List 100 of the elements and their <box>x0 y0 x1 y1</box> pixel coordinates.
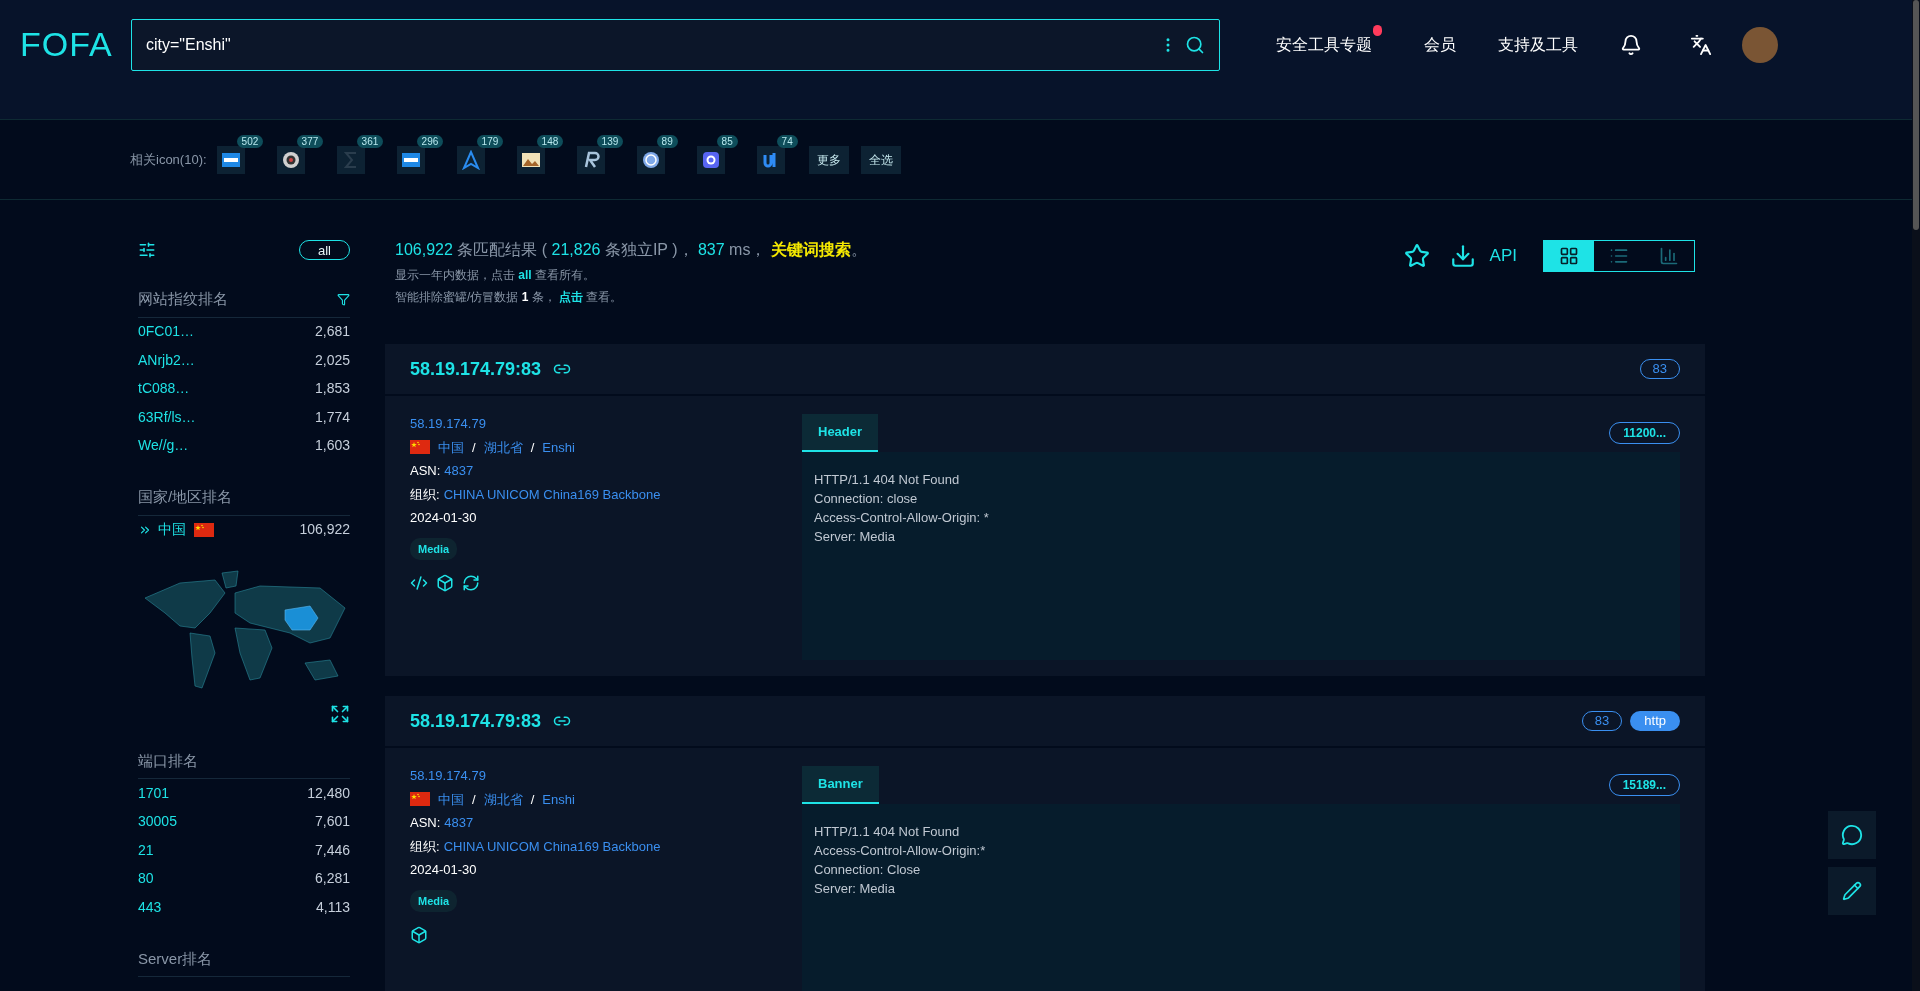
province-link[interactable]: 湖北省 <box>483 437 523 457</box>
chat-button[interactable] <box>1828 811 1876 859</box>
org-link[interactable]: CHINA UNICOM China169 Backbone <box>443 484 661 504</box>
host-title[interactable]: 58.19.174.79:83 <box>410 355 542 383</box>
city-link[interactable]: Enshi <box>542 437 575 457</box>
response-line: HTTP/1.1 404 Not Found <box>814 471 961 489</box>
response-line: Connection: Close <box>814 861 922 879</box>
asn-link[interactable]: 4837 <box>444 461 474 481</box>
translate-icon[interactable] <box>1690 33 1712 56</box>
api-link[interactable]: API <box>1489 243 1517 269</box>
count-badge: 179 <box>476 134 504 148</box>
count-badge: 296 <box>416 134 444 148</box>
ranking-item[interactable]: 80 <box>138 868 154 890</box>
count: 4,113 <box>316 897 350 917</box>
view-toggle[interactable] <box>1544 241 1594 271</box>
org-label: 组织: <box>410 485 440 504</box>
arrow-logo-icon <box>460 149 481 170</box>
ranking-item[interactable]: ANrjb2… <box>138 349 195 371</box>
chat-icon <box>1841 824 1863 846</box>
download-icon[interactable] <box>1449 243 1476 269</box>
ip-link[interactable]: 58.19.174.79 <box>410 766 792 786</box>
content-tab[interactable]: Banner <box>802 766 879 804</box>
related-icon-button[interactable] <box>576 145 605 174</box>
country-name[interactable]: 中国 <box>158 519 186 540</box>
related-icon-button[interactable] <box>696 145 725 174</box>
org-link[interactable]: CHINA UNICOM China169 Backbone <box>443 836 661 856</box>
ranking-item[interactable]: 63Rf/ls… <box>138 406 196 428</box>
section-title: Server排名 <box>138 948 213 969</box>
count: 7,601 <box>314 812 350 832</box>
response-line: Server: Media <box>814 528 896 546</box>
count-badge: 361 <box>356 134 384 148</box>
separator: / <box>530 438 535 457</box>
response-line: Access-Control-Allow-Origin:* <box>814 842 987 860</box>
count: 1,603 <box>314 436 350 456</box>
province-link[interactable]: 湖北省 <box>483 789 523 809</box>
ranking-item[interactable]: 1701 <box>138 782 170 804</box>
result-summary: 106,922 条匹配结果 ( 21,826 条独立IP )， 837 ms， 关键词搜索。 <box>395 240 867 260</box>
section-title: 端口排名 <box>138 750 198 771</box>
user-avatar[interactable] <box>1742 26 1778 63</box>
count-badge: 502 <box>236 134 264 148</box>
search-icon[interactable] <box>1185 34 1205 55</box>
nav-link[interactable]: 会员 <box>1424 32 1456 57</box>
section-title: 国家/地区排名 <box>138 487 233 507</box>
response-line: Server: Media <box>814 880 896 898</box>
link[interactable]: 关键词搜索 <box>770 241 851 258</box>
scrollbar-thumb[interactable] <box>1913 0 1919 230</box>
icon-bar-button[interactable]: 更多 <box>808 145 849 174</box>
cube-icon[interactable] <box>410 926 428 944</box>
related-icon-button[interactable] <box>216 145 245 174</box>
count: 12,480 <box>307 783 350 803</box>
related-icon-button[interactable] <box>276 145 305 174</box>
time-range-note: 显示一年内数据，点击 all 查看所有。 <box>395 267 597 284</box>
related-icon-button[interactable] <box>636 145 665 174</box>
org-label: 组织: <box>410 837 440 856</box>
filter-settings-icon[interactable] <box>138 241 156 259</box>
search-field[interactable]: city="Enshi" <box>131 18 1220 71</box>
fullscreen-icon[interactable] <box>330 703 350 724</box>
host-title[interactable]: 58.19.174.79:83 <box>410 707 542 735</box>
product-tag[interactable]: Media <box>410 889 458 912</box>
related-icon-button[interactable] <box>756 145 785 174</box>
link[interactable]: 点击 <box>559 290 584 304</box>
nav-link[interactable]: 支持及工具 <box>1498 32 1578 57</box>
count: 1,853 <box>314 379 350 399</box>
chart-view-icon <box>1659 246 1679 266</box>
feedback-button[interactable] <box>1828 867 1876 915</box>
asn-label: ASN: <box>410 462 441 480</box>
ranking-item[interactable]: 443 <box>138 896 162 918</box>
count-badge: 148 <box>536 134 564 148</box>
country-link[interactable]: 中国 <box>438 789 464 809</box>
ranking-item[interactable]: 21 <box>138 839 154 861</box>
cube-icon[interactable] <box>436 574 454 592</box>
related-icon-button[interactable] <box>516 145 545 174</box>
related-icon-button[interactable] <box>456 145 485 174</box>
grid-view-icon <box>1559 246 1579 266</box>
ip-link[interactable]: 58.19.174.79 <box>410 414 792 434</box>
city-link[interactable]: Enshi <box>542 789 575 809</box>
asn-label: ASN: <box>410 814 441 832</box>
section-title: 网站指纹排名 <box>138 289 228 309</box>
code-icon[interactable] <box>410 574 428 592</box>
link[interactable]: all <box>518 268 532 282</box>
count: 1,774 <box>314 407 350 427</box>
date: 2024-01-30 <box>410 861 478 879</box>
logo[interactable]: FOFA <box>20 19 115 70</box>
ranking-item[interactable]: 0FC01… <box>138 321 195 343</box>
ranking-item[interactable]: tC088… <box>138 378 190 400</box>
filter-icon[interactable] <box>337 292 350 306</box>
nav-link[interactable]: 安全工具专题 <box>1276 32 1372 57</box>
refresh-icon[interactable] <box>462 574 480 592</box>
ranking-item[interactable]: 30005 <box>138 811 177 833</box>
favorite-icon[interactable] <box>1403 243 1430 269</box>
list-view-icon <box>1609 246 1629 266</box>
ranking-item[interactable]: We//g… <box>138 435 189 457</box>
notification-bell-icon[interactable] <box>1620 33 1642 56</box>
product-tag[interactable]: Media <box>410 537 458 560</box>
icon-bar-button[interactable]: 全选 <box>860 145 901 174</box>
flag-icon <box>410 792 430 807</box>
asn-link[interactable]: 4837 <box>444 813 474 833</box>
related-icon-button[interactable] <box>396 145 425 174</box>
content-tab[interactable]: Header <box>802 414 879 452</box>
country-link[interactable]: 中国 <box>438 437 464 457</box>
